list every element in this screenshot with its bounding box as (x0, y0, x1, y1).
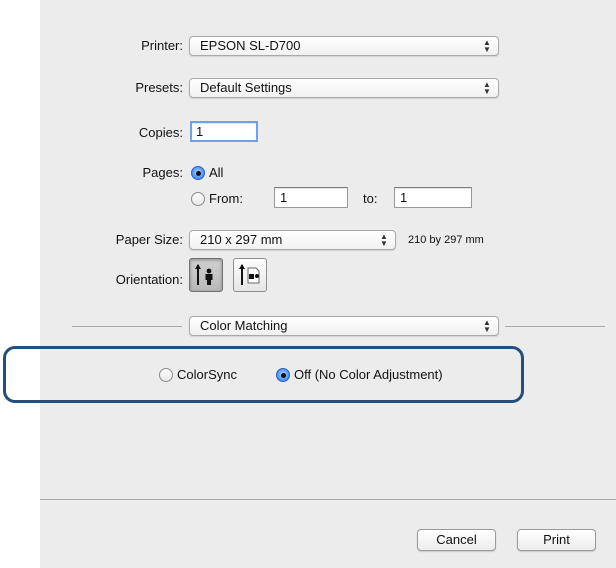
portrait-icon (195, 264, 213, 285)
popup-arrows-icon: ▲ ▼ (483, 80, 491, 96)
paper-size-label: Paper Size: (115, 232, 183, 247)
popup-arrows-icon: ▲ ▼ (483, 38, 491, 54)
pages-all-label: All (209, 165, 224, 180)
pages-to-field[interactable]: 1 (394, 187, 472, 208)
color-matching-highlight-frame (3, 346, 524, 403)
copies-field[interactable]: 1 (190, 121, 258, 142)
landscape-orientation-button[interactable] (233, 258, 267, 292)
cancel-button[interactable]: Cancel (417, 529, 496, 551)
presets-label: Presets: (135, 80, 183, 95)
section-divider-left (72, 326, 182, 327)
presets-value: Default Settings (200, 80, 292, 95)
paper-size-popup[interactable]: 210 x 297 mm ▲ ▼ (189, 230, 396, 250)
pages-to-label: to: (363, 191, 378, 206)
paper-size-value: 210 x 297 mm (200, 232, 283, 247)
pages-from-radio[interactable] (191, 192, 205, 206)
pages-all-radio[interactable] (191, 166, 205, 180)
section-value: Color Matching (200, 318, 288, 333)
section-popup[interactable]: Color Matching ▲ ▼ (189, 316, 499, 336)
presets-popup[interactable]: Default Settings ▲ ▼ (189, 78, 499, 98)
orientation-label: Orientation: (115, 272, 183, 287)
pages-label: Pages: (142, 165, 183, 180)
print-dialog: Printer: EPSON SL-D700 ▲ ▼ Presets: Defau… (40, 0, 616, 568)
print-button[interactable]: Print (517, 529, 596, 551)
pages-from-label: From: (209, 191, 243, 206)
landscape-icon (239, 264, 260, 285)
popup-arrows-icon: ▲ ▼ (483, 318, 491, 334)
printer-popup[interactable]: EPSON SL-D700 ▲ ▼ (189, 36, 499, 56)
copies-label: Copies: (138, 125, 183, 140)
pages-from-field[interactable]: 1 (274, 187, 348, 208)
printer-value: EPSON SL-D700 (200, 38, 301, 53)
popup-arrows-icon: ▲ ▼ (380, 232, 388, 248)
paper-size-description: 210 by 297 mm (408, 234, 484, 246)
portrait-orientation-button[interactable] (189, 258, 223, 292)
bottom-divider (40, 499, 616, 500)
section-divider-right (505, 326, 605, 327)
printer-label: Printer: (141, 38, 183, 53)
